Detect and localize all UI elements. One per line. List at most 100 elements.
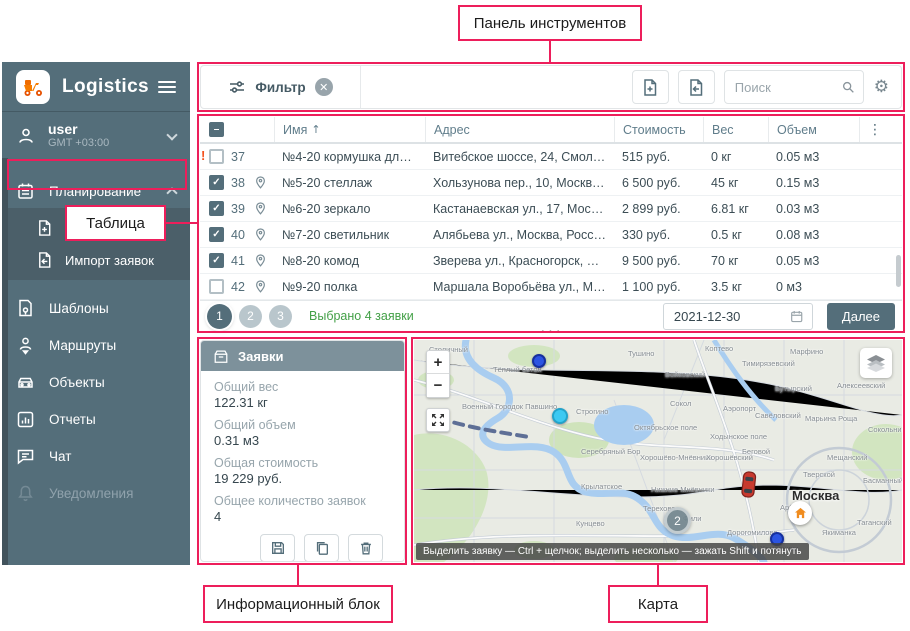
bell-icon [18, 485, 33, 502]
field-label: Общий объем [214, 418, 296, 432]
add-order-button[interactable] [631, 70, 669, 104]
layers-button[interactable] [860, 348, 892, 378]
row-checkbox[interactable]: ✓ [209, 201, 224, 216]
sidebar-item-vehicles[interactable]: Объекты [2, 364, 190, 401]
sidebar-item-planning[interactable]: Планирование [2, 174, 190, 208]
hamburger-menu-icon[interactable] [158, 80, 176, 93]
user-menu[interactable]: user GMT +03:00 [2, 112, 190, 160]
page-button-3[interactable]: 3 [269, 304, 292, 328]
copy-button[interactable] [304, 534, 339, 561]
table-row[interactable]: ✓ 40 №7-20 светильник Алябьева ул., Москв… [200, 222, 902, 248]
map-label: Савёловский [755, 411, 801, 420]
column-settings-kebab-icon[interactable]: ⋮ [859, 117, 890, 142]
column-header-cost[interactable]: Стоимость [614, 117, 703, 142]
fullscreen-button[interactable] [426, 408, 450, 432]
app-title: Logistics [62, 75, 150, 97]
submenu-item-import-orders[interactable]: Импорт заявок [2, 244, 190, 276]
map-label: Тверской [803, 470, 835, 479]
map-label: Тушино [628, 349, 655, 358]
order-marker[interactable] [532, 354, 546, 368]
annotation-info-label: Информационный блок [203, 585, 393, 623]
map-label: Войковский [665, 370, 706, 379]
table-row[interactable]: ✓ 38 №5-20 стеллаж Хользунова пер., 10, М… [200, 170, 902, 196]
zoom-out-button[interactable]: − [427, 374, 449, 397]
table-scrollbar[interactable] [896, 255, 901, 287]
order-volume: 0.15 м3 [776, 175, 820, 190]
map[interactable]: Столичный Тушино Тёплый бетон Военный Го… [414, 340, 902, 562]
map-pin-icon [256, 254, 265, 267]
filter-button[interactable]: Фильтр ✕ [201, 66, 361, 108]
submenu-item-label: Импорт заявок [65, 252, 154, 268]
table-row[interactable]: !37 №4-20 кормушка для пти… Витебское шо… [200, 144, 902, 170]
search-input[interactable] [732, 78, 841, 96]
connector-line [297, 565, 299, 585]
table-row[interactable]: ✓ 41 №8-20 комод Зверева ул., Красногорск… [200, 248, 902, 274]
document-import-icon [690, 78, 703, 96]
order-cost: 9 500 руб. [622, 253, 681, 268]
row-checkbox[interactable] [209, 149, 224, 164]
fullscreen-icon [432, 414, 444, 426]
app-logo [16, 69, 50, 104]
map-label: Кунцево [576, 519, 605, 528]
map-label: Таганский [857, 518, 892, 527]
delete-button[interactable] [348, 534, 383, 561]
table-row[interactable]: 42 №9-20 полка Маршала Воробьёва ул., Мо… [200, 274, 902, 300]
date-input[interactable] [671, 307, 791, 325]
zoom-in-button[interactable]: + [427, 351, 449, 374]
table-header-row: – Имя ↑ Адрес Стоимость Вес Объем ⋮ [200, 117, 902, 144]
selection-note: Выбрано 4 заявки [309, 309, 414, 323]
order-marker-selected[interactable] [552, 408, 568, 424]
order-address: Хользунова пер., 10, Москва, Рос… [433, 175, 614, 190]
sidebar-item-routes[interactable]: Маршруты [2, 327, 190, 364]
planner-icon [18, 183, 33, 199]
save-button[interactable] [260, 534, 295, 561]
page-button-1[interactable]: 1 [207, 303, 232, 329]
info-block-body: Общий вес 122.31 кг Общий объем 0.31 м3 … [201, 371, 404, 561]
page-button-2[interactable]: 2 [239, 304, 262, 328]
user-timezone: GMT +03:00 [48, 137, 110, 149]
gear-icon[interactable]: ⚙ [874, 77, 889, 97]
sidebar-item-reports[interactable]: Отчеты [2, 401, 190, 438]
copy-icon [316, 542, 328, 555]
chevron-up-icon [166, 187, 178, 199]
column-header-name[interactable]: Имя ↑ [274, 117, 425, 142]
sort-asc-icon: ↑ [311, 123, 321, 136]
order-weight: 6.81 кг [711, 201, 749, 216]
order-name: №7-20 светильник [282, 227, 390, 242]
map-label: Нижние Мнёвники [651, 485, 715, 494]
select-all-checkbox[interactable]: – [209, 122, 224, 137]
order-weight: 70 кг [711, 253, 739, 268]
search-field [723, 70, 864, 104]
row-checkbox[interactable] [209, 279, 224, 294]
splitter-handle[interactable] [540, 327, 562, 337]
row-checkbox[interactable]: ✓ [209, 253, 224, 268]
cluster-marker[interactable]: 2 [664, 507, 691, 534]
row-checkbox[interactable]: ✓ [209, 227, 224, 242]
sidebar-item-templates[interactable]: Шаблоны [2, 290, 190, 327]
order-name: №9-20 полка [282, 279, 358, 294]
depot-marker[interactable] [788, 501, 812, 525]
info-block-title: Заявки [238, 348, 284, 364]
info-block-header: Заявки [201, 341, 404, 371]
order-weight: 0.5 кг [711, 227, 742, 242]
column-header-volume[interactable]: Объем [768, 117, 860, 142]
screenshot-root: Logistics user GMT +03:00 Планирование И… [0, 0, 910, 631]
column-header-address[interactable]: Адрес [425, 117, 614, 142]
sidebar-item-chat[interactable]: Чат [2, 438, 190, 475]
order-address: Зверева ул., Красногорск, Моско… [433, 253, 614, 268]
table-row[interactable]: ✓ 39 №6-20 зеркало Кастанаевская ул., 17,… [200, 196, 902, 222]
annotation-map-label: Карта [608, 585, 708, 623]
user-name: user [48, 121, 78, 137]
next-button[interactable]: Далее [826, 302, 895, 330]
import-orders-button[interactable] [677, 70, 715, 104]
row-checkbox[interactable]: ✓ [209, 175, 224, 190]
clear-filter-icon[interactable]: ✕ [314, 78, 333, 96]
map-pin-icon [256, 228, 265, 241]
order-name: №4-20 кормушка для пти… [282, 149, 425, 164]
orders-table: – Имя ↑ Адрес Стоимость Вес Объем ⋮ ! 37 №… [200, 117, 902, 331]
column-header-weight[interactable]: Вес [703, 117, 768, 142]
sidebar-item-notifications[interactable]: Уведомления [2, 475, 190, 512]
order-cost: 2 899 руб. [622, 201, 681, 216]
active-section-strip [2, 158, 8, 565]
chat-icon [17, 449, 34, 465]
